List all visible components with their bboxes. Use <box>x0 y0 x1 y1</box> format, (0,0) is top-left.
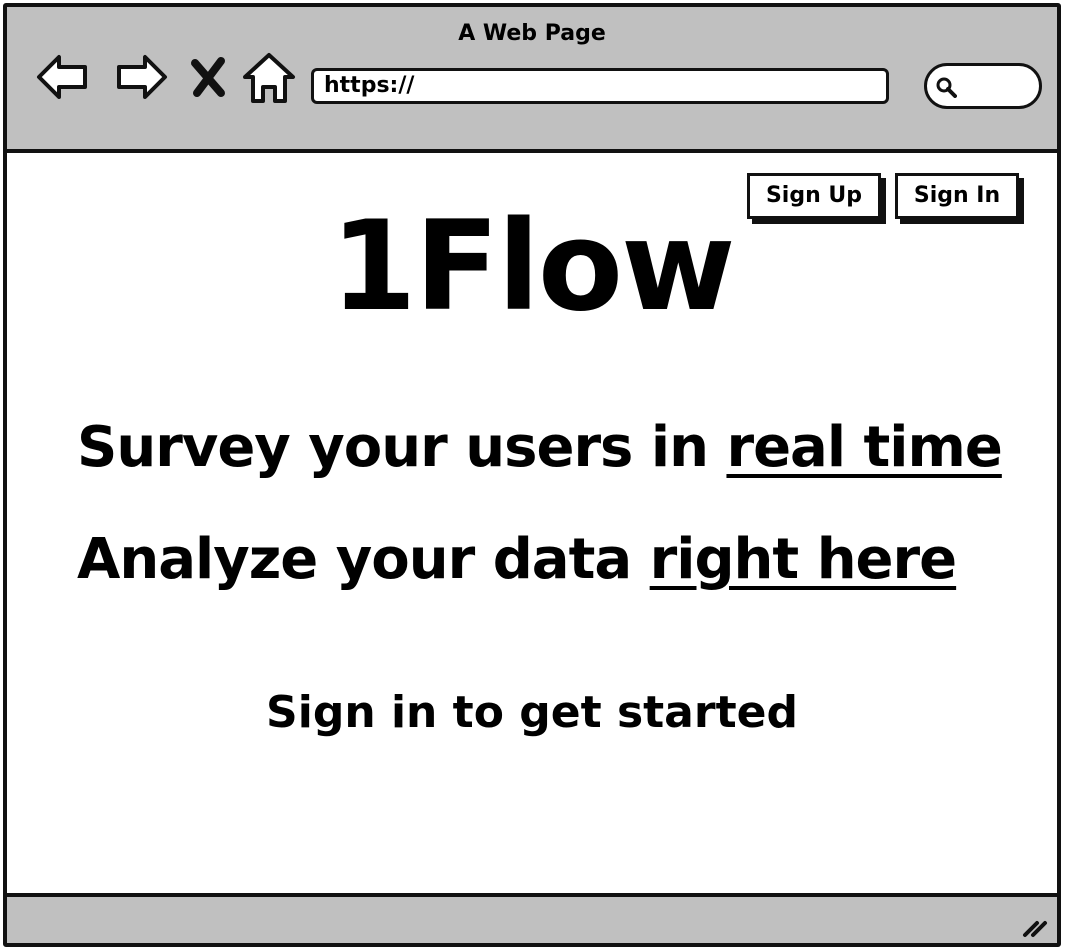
back-arrow-icon[interactable] <box>33 47 93 107</box>
brand-title: 1Flow <box>330 195 735 339</box>
browser-window: A Web Page https:// Sign Up Sign In 1Flo… <box>3 3 1061 947</box>
real-time-link[interactable]: real time <box>726 415 1002 480</box>
status-bar <box>7 893 1057 943</box>
tagline-analyze-text: Analyze your data <box>77 527 650 592</box>
search-icon <box>936 77 957 98</box>
close-x-icon[interactable] <box>185 47 231 107</box>
tagline-analyze: Analyze your data right here <box>77 527 957 592</box>
url-input[interactable]: https:// <box>311 68 889 104</box>
get-started-text: Sign in to get started <box>266 687 798 738</box>
resize-grip-icon[interactable] <box>1019 909 1049 939</box>
tagline-survey-text: Survey your users in <box>77 415 727 480</box>
forward-arrow-icon[interactable] <box>111 47 171 107</box>
right-here-link[interactable]: right here <box>650 527 957 592</box>
window-title: A Web Page <box>458 21 606 46</box>
search-input[interactable] <box>924 63 1042 109</box>
home-icon[interactable] <box>239 47 299 107</box>
tagline-survey: Survey your users in real time <box>77 415 1003 480</box>
browser-toolbar: A Web Page https:// <box>7 7 1057 153</box>
